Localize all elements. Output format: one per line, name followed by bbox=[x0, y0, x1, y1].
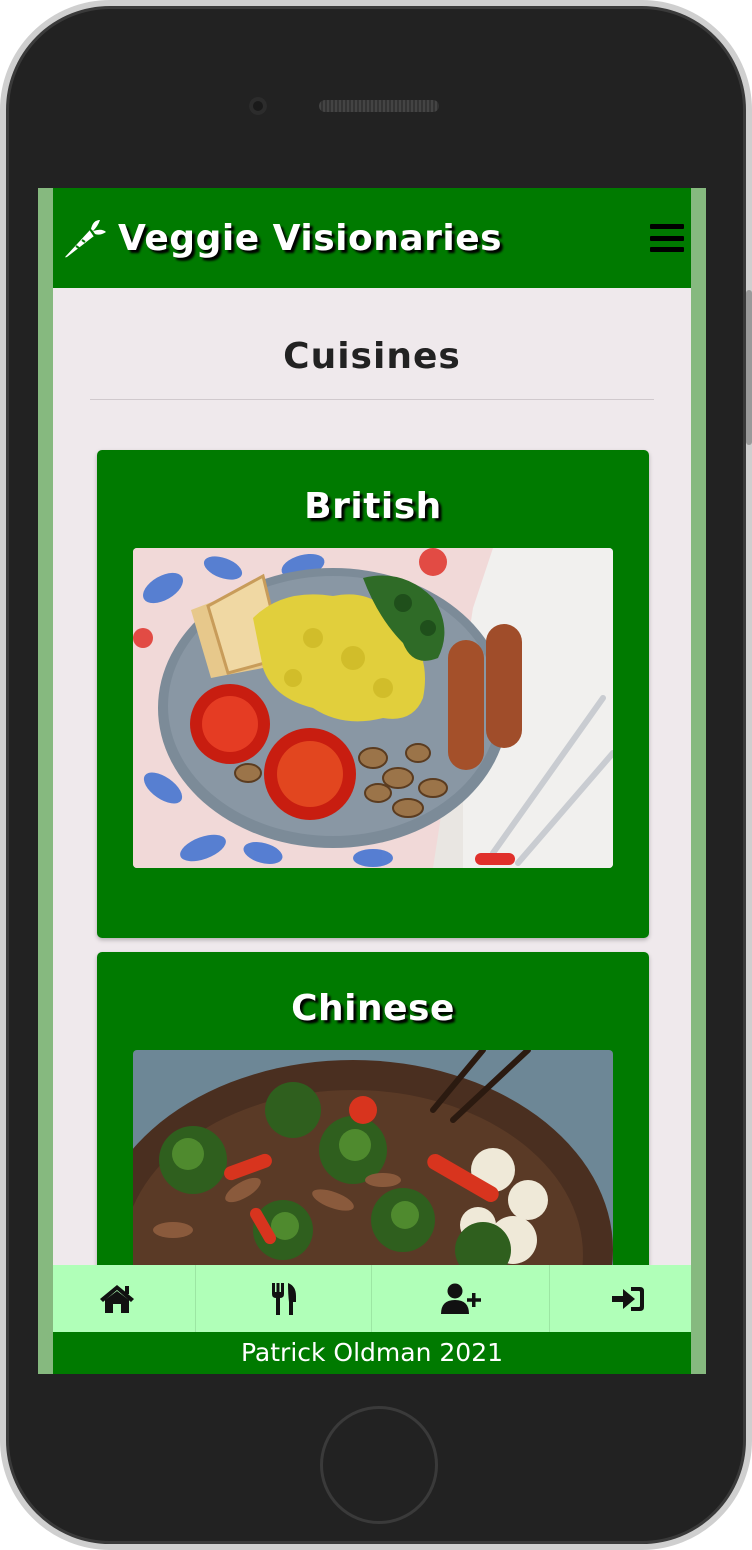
carrot-icon bbox=[65, 220, 106, 258]
hamburger-menu-icon[interactable] bbox=[650, 224, 684, 252]
main-content: Cuisines British Chinese bbox=[53, 288, 691, 1374]
brand-link[interactable]: Veggie Visionaries bbox=[60, 214, 502, 262]
cuisine-card-british[interactable]: British bbox=[97, 450, 649, 938]
page-title: Cuisines bbox=[283, 336, 461, 377]
header: Veggie Visionaries bbox=[53, 188, 691, 288]
bottom-nav bbox=[53, 1265, 691, 1332]
camera-icon bbox=[249, 97, 267, 115]
nav-recipes[interactable] bbox=[195, 1265, 371, 1332]
side-button bbox=[746, 335, 752, 445]
screen: Veggie Visionaries Cuisines British Chin… bbox=[38, 188, 706, 1374]
divider bbox=[90, 399, 654, 400]
home-icon bbox=[99, 1284, 134, 1313]
card-title: British bbox=[304, 486, 442, 527]
nav-home[interactable] bbox=[53, 1265, 195, 1332]
card-title: Chinese bbox=[291, 988, 455, 1029]
nav-login[interactable] bbox=[549, 1265, 691, 1332]
utensils-icon bbox=[271, 1282, 296, 1315]
user-plus-icon bbox=[440, 1283, 481, 1314]
nav-register[interactable] bbox=[371, 1265, 549, 1332]
british-breakfast-image[interactable] bbox=[133, 548, 613, 868]
speaker-grill bbox=[319, 100, 439, 112]
home-button[interactable] bbox=[320, 1406, 438, 1524]
footer: Patrick Oldman 2021 bbox=[53, 1332, 691, 1374]
sign-in-icon bbox=[612, 1286, 644, 1311]
brand-name: Veggie Visionaries bbox=[118, 217, 503, 259]
